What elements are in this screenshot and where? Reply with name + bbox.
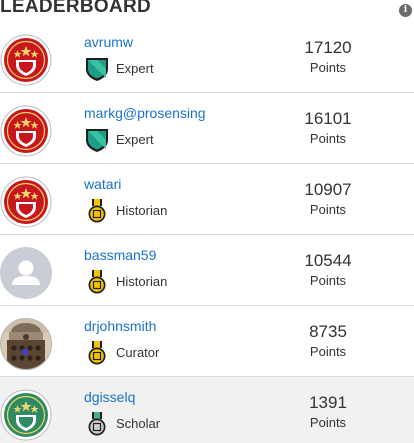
photo-avatar[interactable] <box>0 318 52 370</box>
leaderboard-row: markg@prosensing Expert 16101 Points <box>0 93 414 164</box>
silver-medal-icon <box>84 411 110 437</box>
points-label: Points <box>309 415 347 430</box>
username-link[interactable]: dgisselq <box>84 389 135 405</box>
leaderboard-row: watari Historian 10907 Points <box>0 164 414 235</box>
red-star-badge-avatar[interactable] <box>0 105 52 157</box>
rank-label: Scholar <box>116 416 161 431</box>
default-user-avatar[interactable] <box>0 247 52 299</box>
leaderboard-row: bassman59 Historian 10544 Points <box>0 235 414 306</box>
gold-medal-icon <box>84 198 110 224</box>
rank-label: Curator <box>116 345 160 360</box>
leaderboard-row-current-user: dgisselq Scholar 1391 Points <box>0 377 414 443</box>
rank-label: Historian <box>116 203 168 218</box>
leaderboard-header: LEADERBOARD i <box>0 0 414 22</box>
score-value: 17120 <box>304 38 352 57</box>
green-shield-icon <box>84 56 110 82</box>
rank-label: Historian <box>116 274 168 289</box>
leaderboard-row: drjohnsmith Curator 8735 Points <box>0 306 414 377</box>
green-star-badge-avatar[interactable] <box>0 389 52 441</box>
points-label: Points <box>309 131 347 146</box>
score-value: 8735 <box>309 322 347 341</box>
score-value: 10907 <box>304 180 352 199</box>
points-label: Points <box>309 202 347 217</box>
points-label: Points <box>309 60 347 75</box>
score-value: 16101 <box>304 109 352 128</box>
green-shield-icon <box>84 127 110 153</box>
leaderboard-row: avrumw Expert 17120 Points <box>0 22 414 93</box>
gold-medal-icon <box>84 340 110 366</box>
leaderboard-title: LEADERBOARD <box>0 0 152 17</box>
red-star-badge-avatar[interactable] <box>0 176 52 228</box>
red-star-badge-avatar[interactable] <box>0 34 52 86</box>
points-label: Points <box>309 344 347 359</box>
rank-label: Expert <box>116 132 154 147</box>
info-icon[interactable]: i <box>399 4 412 17</box>
username-link[interactable]: bassman59 <box>84 247 156 263</box>
username-link[interactable]: drjohnsmith <box>84 318 156 334</box>
username-link[interactable]: watari <box>84 176 121 192</box>
username-link[interactable]: markg@prosensing <box>84 105 206 121</box>
username-link[interactable]: avrumw <box>84 34 133 50</box>
rank-label: Expert <box>116 61 154 76</box>
gold-medal-icon <box>84 269 110 295</box>
score-value: 1391 <box>309 393 347 412</box>
points-label: Points <box>309 273 347 288</box>
score-value: 10544 <box>304 251 352 270</box>
